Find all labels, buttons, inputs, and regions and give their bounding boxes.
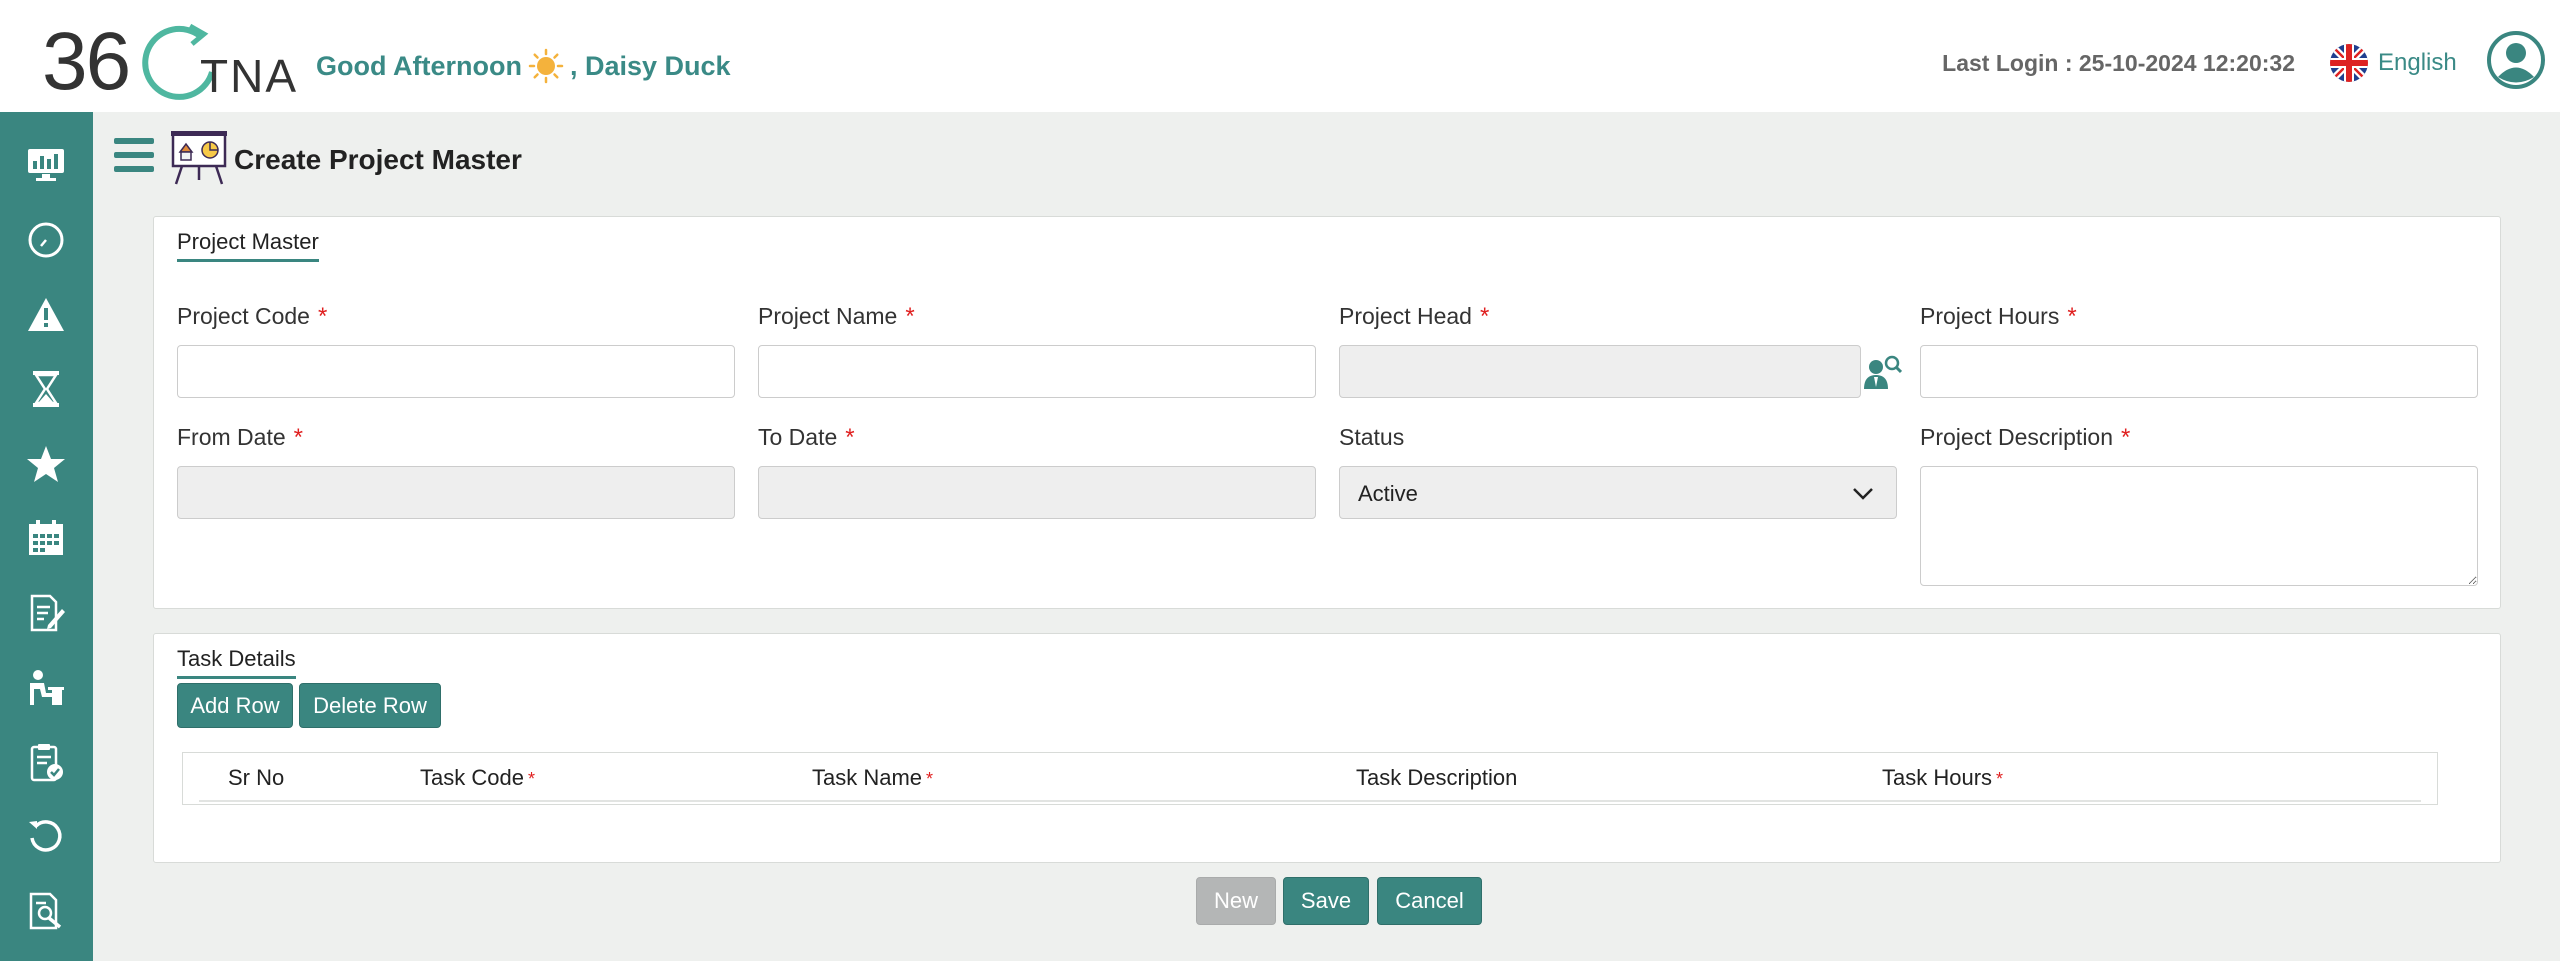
- to-date-label: To Date *: [758, 424, 855, 451]
- project-hours-label: Project Hours *: [1920, 303, 2077, 330]
- refresh-icon: [29, 820, 62, 852]
- hamburger-menu-icon[interactable]: [114, 138, 154, 180]
- document-search-icon: [29, 892, 62, 930]
- employee-search-icon[interactable]: [1862, 353, 1902, 391]
- sidebar-item-dashboard[interactable]: [19, 138, 73, 192]
- top-header: 36 TNA Good Afternoon , Daisy Duck Last …: [0, 0, 2560, 112]
- status-select[interactable]: Active: [1339, 466, 1897, 519]
- warning-icon: [28, 298, 64, 331]
- sidebar-item-person-desk[interactable]: [19, 660, 73, 714]
- sidebar-item-edit-document[interactable]: [19, 586, 73, 640]
- calendar-icon: [29, 520, 63, 555]
- user-avatar-icon[interactable]: [2486, 30, 2546, 90]
- logo-number: 36: [42, 16, 131, 107]
- project-description-label: Project Description *: [1920, 424, 2131, 451]
- status-selected-value: Active: [1358, 481, 1418, 506]
- project-head-input[interactable]: [1339, 345, 1861, 398]
- delete-row-button[interactable]: Delete Row: [299, 683, 441, 728]
- sidebar: [0, 112, 93, 961]
- project-master-legend: Project Master: [177, 229, 319, 262]
- column-task-hours: Task Hours *: [1882, 765, 2004, 790]
- from-date-label: From Date *: [177, 424, 303, 451]
- task-details-legend: Task Details: [177, 646, 296, 679]
- project-name-label: Project Name *: [758, 303, 915, 330]
- add-row-button[interactable]: Add Row: [177, 683, 293, 728]
- task-details-panel: Task Details Add Row Delete Row Sr No Ta…: [153, 633, 2501, 863]
- app-logo[interactable]: 36 TNA: [42, 14, 302, 110]
- project-hours-input[interactable]: [1920, 345, 2478, 398]
- sidebar-item-clock[interactable]: [19, 213, 73, 267]
- greeting-text: Good Afternoon: [316, 50, 522, 81]
- sidebar-item-calendar[interactable]: [19, 511, 73, 565]
- language-selector[interactable]: English: [2330, 44, 2457, 82]
- new-button[interactable]: New: [1196, 877, 1276, 925]
- clipboard-check-icon: [30, 744, 63, 782]
- project-description-textarea[interactable]: [1920, 466, 2478, 586]
- sun-icon: [528, 48, 564, 84]
- table-header-divider: [199, 800, 2421, 802]
- cancel-button[interactable]: Cancel: [1377, 877, 1482, 925]
- logo-text: TNA: [200, 50, 298, 102]
- star-icon: [27, 446, 65, 482]
- column-task-code: Task Code *: [420, 765, 535, 790]
- from-date-input[interactable]: [177, 466, 735, 519]
- chevron-down-icon: [1853, 488, 1873, 500]
- last-login: Last Login : 25-10-2024 12:20:32: [1942, 50, 2295, 76]
- user-name: , Daisy Duck: [569, 50, 731, 81]
- project-code-input[interactable]: [177, 345, 735, 398]
- to-date-input[interactable]: [758, 466, 1316, 519]
- sidebar-item-star[interactable]: [19, 437, 73, 491]
- sidebar-item-warning[interactable]: [19, 288, 73, 342]
- sidebar-item-hourglass[interactable]: [19, 362, 73, 416]
- language-label: English: [2378, 49, 2457, 76]
- sidebar-item-clipboard[interactable]: [19, 735, 73, 789]
- save-button[interactable]: Save: [1283, 877, 1369, 925]
- project-master-panel: Project Master Project Code * Project Nam…: [153, 216, 2501, 609]
- greeting: Good Afternoon , Daisy Duck: [316, 48, 731, 84]
- hourglass-icon: [33, 371, 59, 407]
- column-task-description: Task Description: [1356, 765, 1518, 790]
- dashboard-monitor-icon: [28, 149, 64, 181]
- project-code-label: Project Code *: [177, 303, 328, 330]
- clock-icon: [28, 222, 64, 258]
- task-table: Sr No Task Code * Task Name * Task Descrip…: [182, 752, 2438, 805]
- column-sr-no: Sr No: [228, 765, 285, 790]
- person-desk-icon: [30, 670, 64, 705]
- sidebar-item-refresh[interactable]: [19, 809, 73, 863]
- edit-document-icon: [30, 594, 65, 632]
- project-presentation-icon: [171, 131, 227, 185]
- uk-flag-icon: [2330, 44, 2368, 82]
- project-head-label: Project Head *: [1339, 303, 1490, 330]
- column-task-name: Task Name *: [812, 765, 934, 790]
- page-title: Create Project Master: [234, 144, 522, 175]
- project-name-input[interactable]: [758, 345, 1316, 398]
- sidebar-item-document-search[interactable]: [19, 884, 73, 938]
- status-label: Status: [1339, 424, 1405, 450]
